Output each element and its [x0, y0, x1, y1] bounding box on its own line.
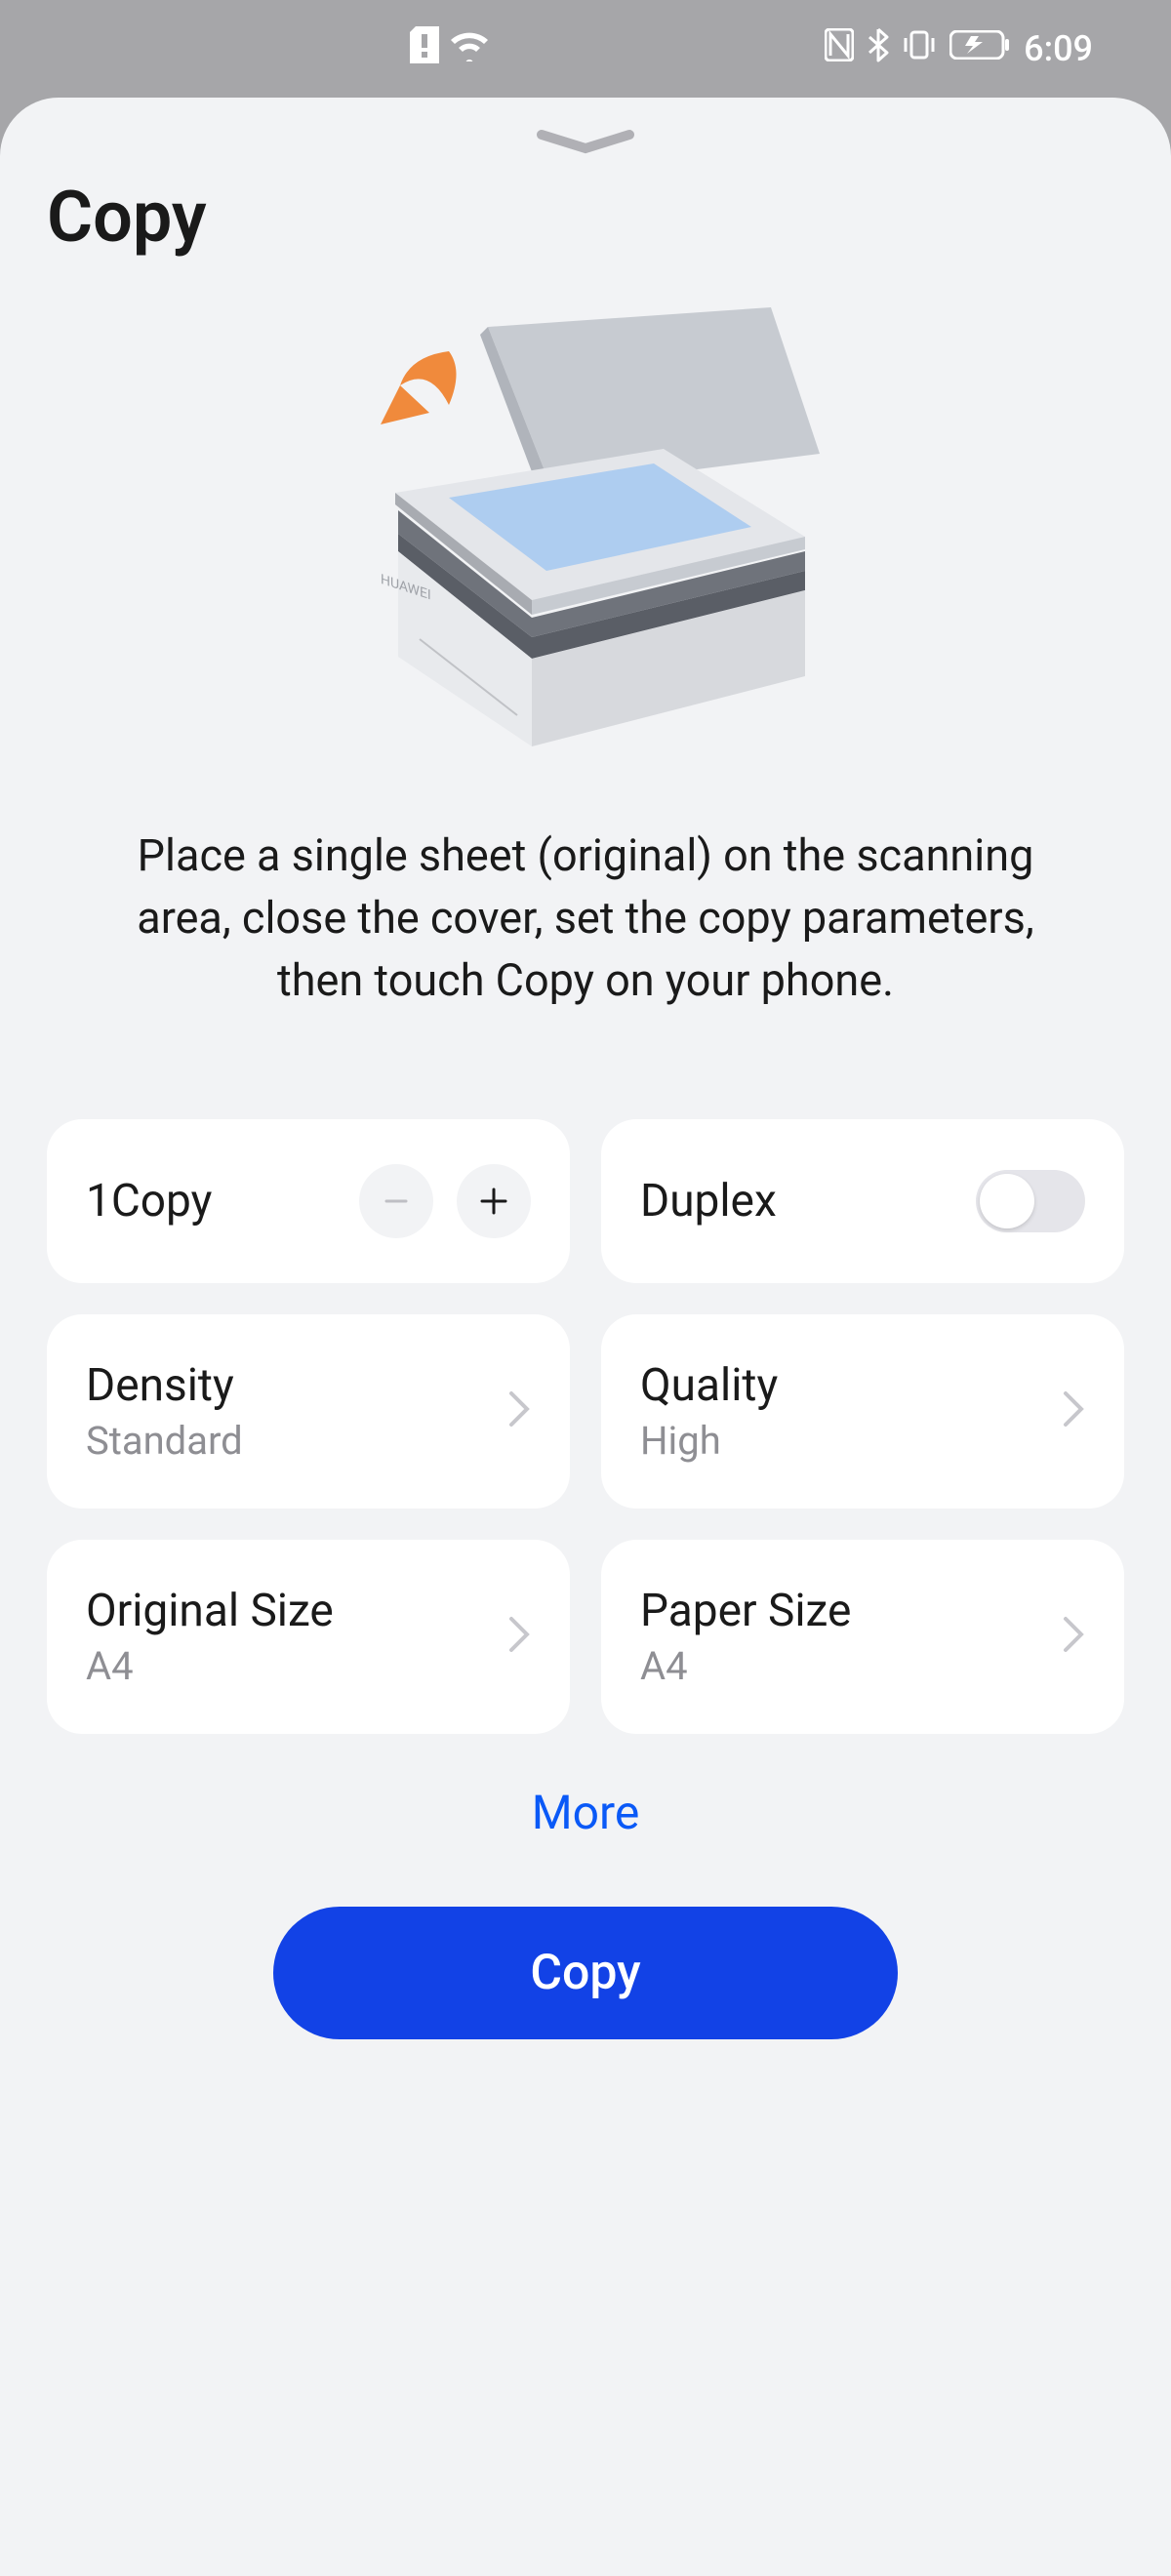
quality-label: Quality — [640, 1359, 778, 1412]
bottom-sheet: Copy HUAWEI Place a single — [0, 98, 1171, 2576]
wifi-icon — [449, 28, 490, 70]
battery-icon — [949, 29, 1010, 68]
instruction-text: Place a single sheet (original) on the s… — [47, 825, 1124, 1012]
density-label: Density — [86, 1359, 243, 1412]
paper-size-label: Paper Size — [640, 1585, 851, 1637]
quality-value: High — [640, 1418, 778, 1464]
original-size-card[interactable]: Original Size A4 — [47, 1540, 570, 1734]
vibrate-icon — [903, 28, 936, 70]
copies-stepper — [359, 1164, 531, 1238]
paper-size-card[interactable]: Paper Size A4 — [601, 1540, 1124, 1734]
duplex-label: Duplex — [640, 1175, 777, 1228]
duplex-toggle[interactable] — [976, 1170, 1085, 1232]
chevron-right-icon — [507, 1389, 531, 1432]
settings-grid: 1Copy Duplex Density Standard — [47, 1119, 1124, 1734]
status-bar: 6:09 — [0, 0, 1171, 98]
original-size-label: Original Size — [86, 1585, 334, 1637]
copies-label: 1Copy — [86, 1175, 212, 1228]
printer-illustration: HUAWEI — [47, 298, 1124, 756]
duplex-card: Duplex — [601, 1119, 1124, 1283]
chevron-right-icon — [1062, 1615, 1085, 1658]
increment-button[interactable] — [457, 1164, 531, 1238]
original-size-value: A4 — [86, 1643, 334, 1689]
chevron-right-icon — [1062, 1389, 1085, 1432]
density-card[interactable]: Density Standard — [47, 1314, 570, 1509]
sim-alert-icon — [410, 26, 439, 72]
copy-button[interactable]: Copy — [273, 1907, 898, 2039]
status-left-icons — [410, 26, 490, 72]
toggle-knob — [980, 1174, 1034, 1228]
bluetooth-icon — [868, 27, 889, 71]
status-time: 6:09 — [1024, 28, 1093, 69]
more-link[interactable]: More — [47, 1785, 1124, 1840]
chevron-right-icon — [507, 1615, 531, 1658]
status-right-icons: 6:09 — [825, 27, 1093, 71]
density-value: Standard — [86, 1418, 243, 1464]
paper-size-value: A4 — [640, 1643, 851, 1689]
nao-icon — [825, 28, 854, 70]
decrement-button[interactable] — [359, 1164, 433, 1238]
drag-handle[interactable] — [47, 127, 1124, 156]
copies-card: 1Copy — [47, 1119, 570, 1283]
page-title: Copy — [47, 176, 1124, 259]
quality-card[interactable]: Quality High — [601, 1314, 1124, 1509]
